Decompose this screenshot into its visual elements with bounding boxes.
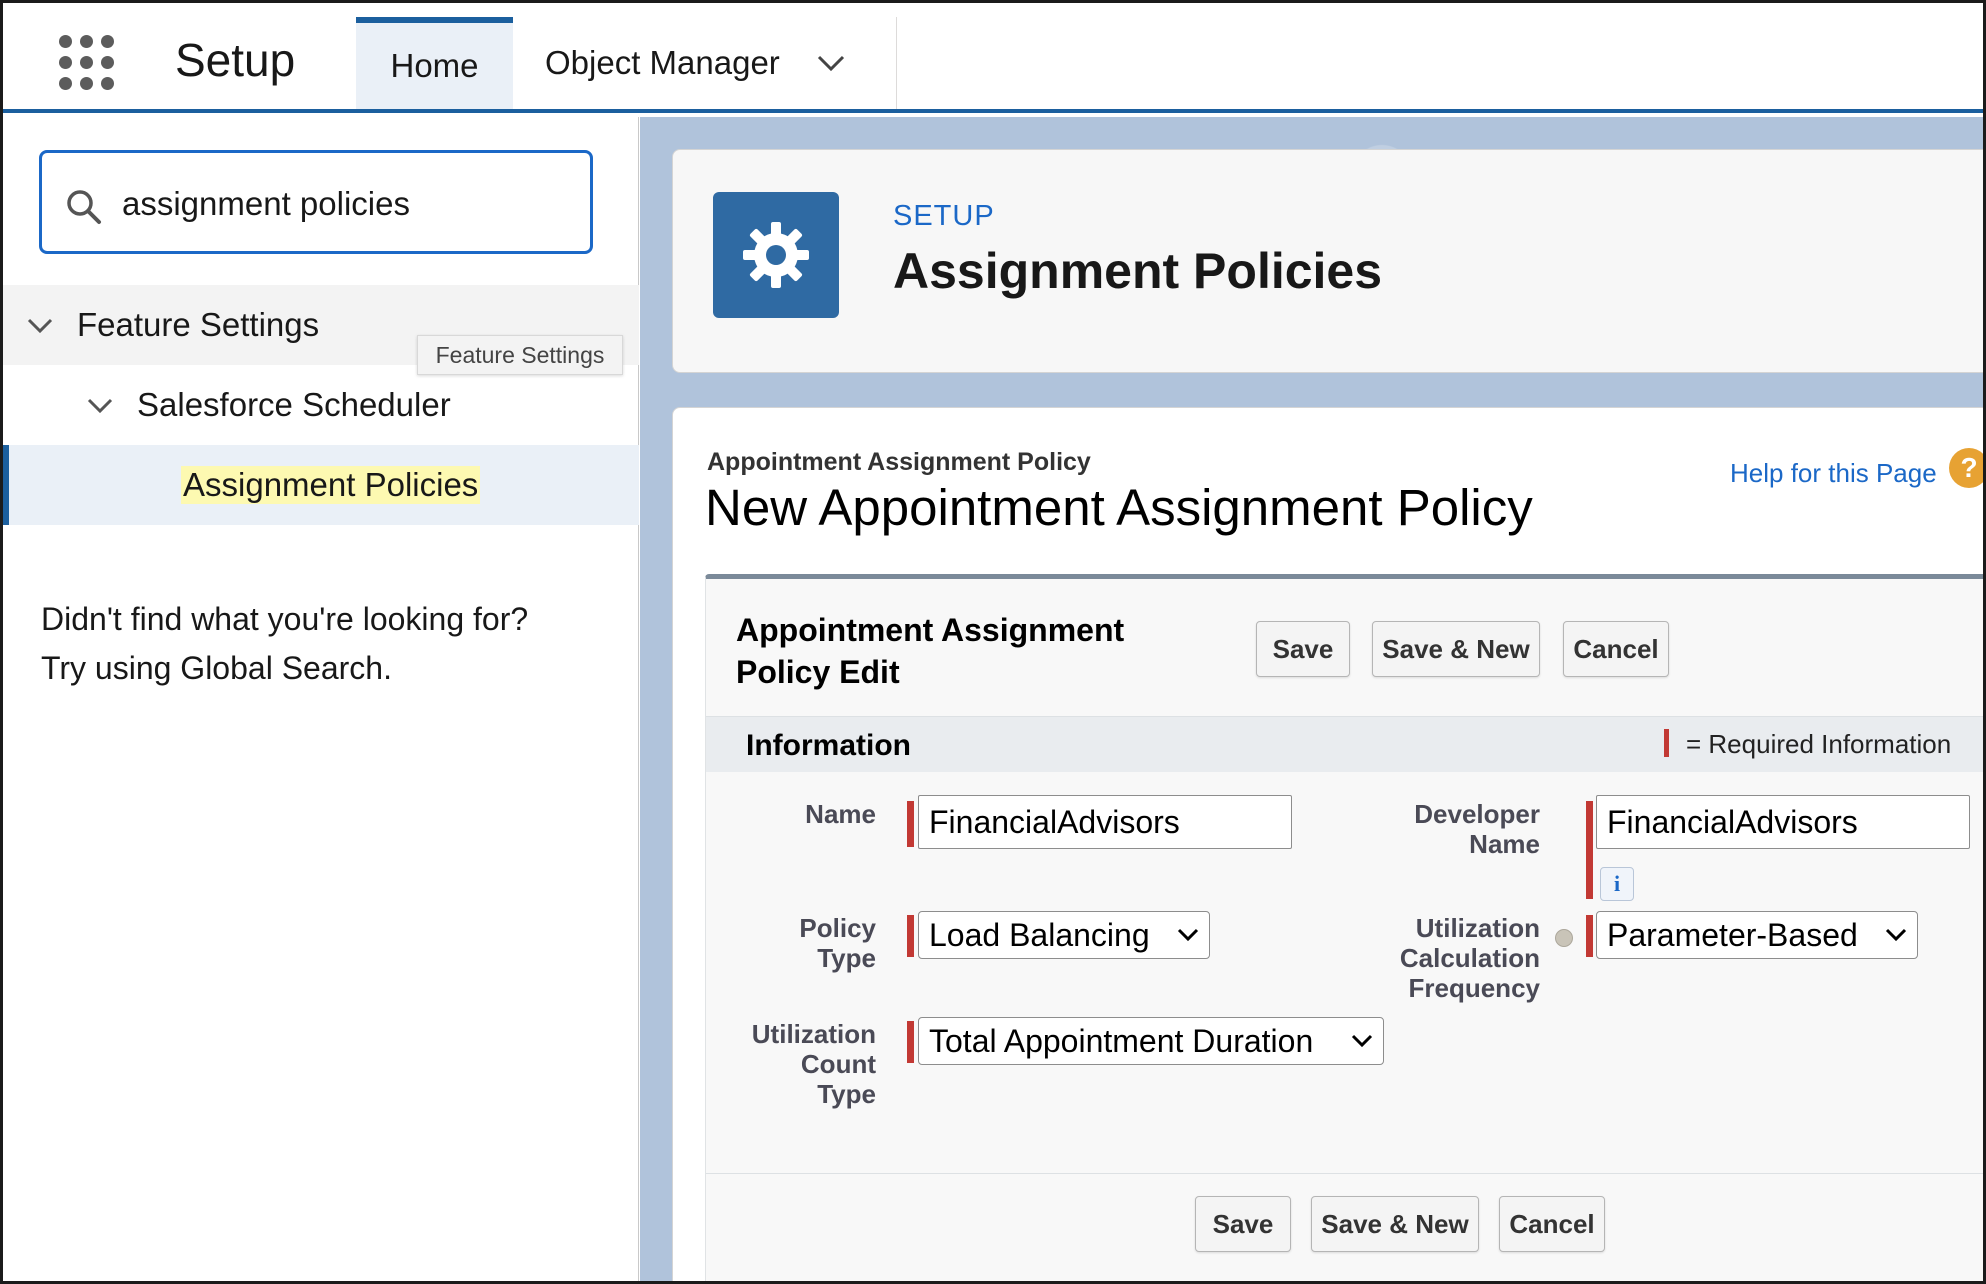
cancel-button[interactable]: Cancel — [1563, 621, 1669, 677]
info-icon[interactable]: i — [1600, 867, 1634, 901]
utilization-frequency-select[interactable]: Parameter-Based — [1596, 911, 1918, 959]
policy-type-label: Policy Type — [799, 913, 876, 973]
tree-item-label: Feature Settings — [77, 306, 320, 343]
chevron-down-icon — [1177, 928, 1199, 942]
tree-item-salesforce-scheduler[interactable]: Salesforce Scheduler — [3, 365, 639, 445]
tab-object-manager-label: Object Manager — [545, 44, 780, 81]
tooltip: Feature Settings — [417, 335, 623, 375]
policy-type-select[interactable]: Load Balancing — [918, 911, 1210, 959]
tab-object-manager[interactable]: Object Manager — [513, 17, 897, 109]
field-help-icon[interactable] — [1555, 929, 1573, 947]
name-label: Name — [805, 799, 876, 829]
required-legend: = Required Information — [1686, 729, 1952, 759]
chevron-down-icon — [1351, 1034, 1373, 1048]
main-content: SETUP Assignment Policies Appointment As… — [640, 117, 1983, 1281]
edit-form-title: Appointment Assignment Policy Edit — [736, 612, 1125, 690]
page-header-eyebrow: SETUP — [893, 200, 995, 232]
page-title: New Appointment Assignment Policy — [705, 479, 1533, 536]
save-button[interactable]: Save — [1195, 1196, 1291, 1252]
divider — [706, 1173, 1983, 1174]
required-marker — [907, 915, 914, 957]
tree-item-label: Assignment Policies — [181, 466, 481, 504]
required-indicator — [1664, 729, 1669, 757]
save-and-new-button[interactable]: Save & New — [1311, 1196, 1479, 1252]
not-found-text: Didn't find what you're looking for? — [41, 601, 529, 637]
quick-find-box[interactable] — [39, 150, 593, 254]
utilization-frequency-label: Utilization Calculation Frequency — [1399, 913, 1540, 1003]
setup-icon-tile — [713, 192, 839, 318]
developer-name-input[interactable]: FinancialAdvisors — [1596, 795, 1970, 849]
developer-name-label: Developer Name — [1414, 799, 1540, 859]
help-link[interactable]: Help for this Page — [1730, 458, 1937, 489]
tab-home[interactable]: Home — [356, 17, 513, 109]
chevron-down-icon — [1885, 928, 1907, 942]
save-button[interactable]: Save — [1256, 621, 1350, 677]
page-header-title: Assignment Policies — [893, 243, 1383, 299]
page-header: SETUP Assignment Policies — [672, 149, 1983, 373]
chevron-down-icon[interactable] — [25, 310, 55, 340]
chevron-down-icon[interactable] — [816, 53, 846, 73]
global-search-hint: Try using Global Search. — [41, 650, 392, 686]
edit-form: Appointment Assignment Policy Edit Save … — [705, 574, 1983, 1281]
chevron-down-icon[interactable] — [85, 390, 115, 420]
search-icon — [67, 190, 101, 224]
tab-home-label: Home — [390, 47, 479, 84]
required-marker — [1586, 801, 1593, 899]
required-marker — [1586, 915, 1593, 957]
setup-sidebar: Feature Settings Salesforce Scheduler As… — [3, 117, 639, 1281]
required-marker — [907, 801, 914, 847]
app-launcher-icon[interactable] — [59, 35, 115, 91]
content-card: Appointment Assignment Policy New Appoin… — [672, 407, 1983, 1281]
gear-icon — [743, 222, 809, 288]
tree-item-assignment-policies[interactable]: Assignment Policies — [3, 445, 639, 525]
name-input[interactable]: FinancialAdvisors — [918, 795, 1292, 849]
screen: Setup Home Object Manager Feature Settin… — [0, 0, 1986, 1284]
required-marker — [907, 1021, 914, 1063]
global-nav: Setup Home Object Manager — [3, 3, 1983, 113]
utilization-count-type-select[interactable]: Total Appointment Duration — [918, 1017, 1384, 1065]
section-title: Information — [746, 729, 911, 762]
cancel-button[interactable]: Cancel — [1499, 1196, 1605, 1252]
save-and-new-button[interactable]: Save & New — [1372, 621, 1540, 677]
app-title: Setup — [175, 34, 296, 86]
section-header-information: Information = Required Information — [706, 716, 1983, 772]
quick-find-input[interactable] — [122, 175, 582, 233]
object-type-label: Appointment Assignment Policy — [707, 448, 1091, 476]
utilization-count-type-label: Utilization Count Type — [751, 1019, 876, 1109]
help-icon[interactable]: ? — [1949, 448, 1983, 488]
tree-item-label: Salesforce Scheduler — [137, 386, 451, 423]
